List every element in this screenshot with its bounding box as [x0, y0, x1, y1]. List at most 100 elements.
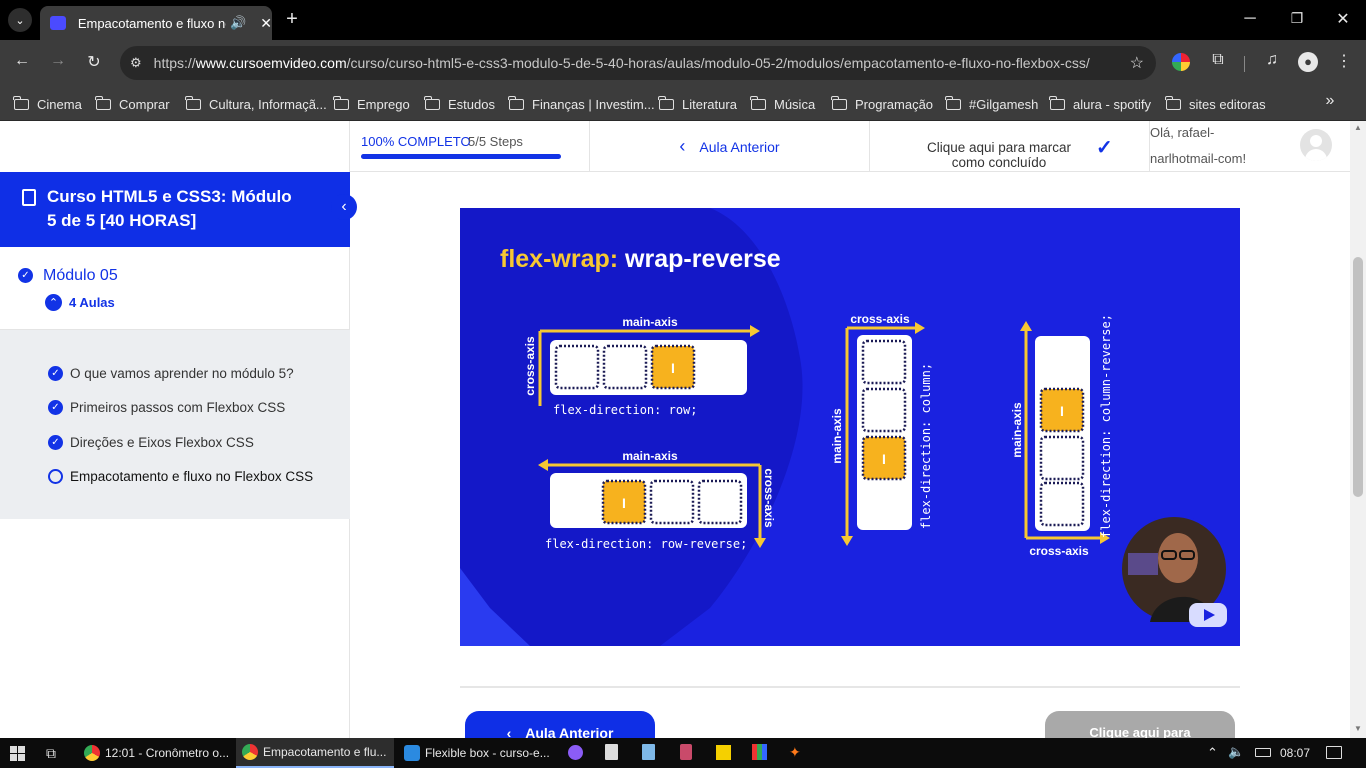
user-avatar[interactable]: [1300, 129, 1332, 161]
bookmarks-overflow-icon[interactable]: »: [1320, 92, 1340, 110]
course-title-line2: 5 de 5 [40 HORAS]: [47, 211, 197, 230]
chart-app-icon[interactable]: [752, 744, 767, 760]
lesson-video[interactable]: flex-wrap: wrap-reverse main-axis cross-…: [460, 208, 1240, 646]
lesson-label: Primeiros passos com Flexbox CSS: [70, 399, 286, 415]
page-content: Curso HTML5 e CSS3: Módulo 5 de 5 [40 HO…: [0, 121, 1366, 738]
battery-icon[interactable]: [1255, 748, 1271, 757]
bookmark-item[interactable]: Música: [750, 93, 816, 115]
butterfly-icon[interactable]: ✦: [789, 744, 801, 761]
progress-fill: [361, 154, 561, 159]
taskbar-item-vscode[interactable]: Flexible box - curso-e...: [400, 738, 552, 768]
taskbar-item-chrome-timer[interactable]: 12:01 - Cronômetro o...: [80, 738, 232, 768]
check-circle-icon: ✓: [18, 268, 33, 283]
folder-icon: [424, 95, 440, 110]
new-tab-icon[interactable]: +: [282, 8, 302, 31]
bookmark-label: Música: [774, 96, 816, 112]
sticky-notes-icon[interactable]: [716, 745, 731, 760]
folder-icon: [658, 95, 674, 110]
bookmark-item[interactable]: Programação: [831, 93, 934, 115]
site-info-icon[interactable]: ⚙: [130, 55, 142, 71]
app-icon[interactable]: [680, 744, 692, 760]
lesson-item[interactable]: ✓ Primeiros passos com Flexbox CSS: [48, 395, 285, 419]
document-icon: [22, 189, 36, 206]
course-title-line1: Curso HTML5 e CSS3: Módulo: [47, 187, 292, 206]
extension-color-icon[interactable]: [1172, 53, 1190, 71]
browser-tab-active[interactable]: Empacotamento e fluxo no 🔊 ✕: [40, 6, 272, 40]
bottom-prev-button[interactable]: ‹ Aula Anterior: [465, 711, 655, 738]
restore-icon[interactable]: ❐: [1287, 10, 1307, 27]
svg-text:flex-direction: row-reverse;: flex-direction: row-reverse;: [545, 537, 747, 551]
tab-search-button[interactable]: ⌄: [8, 8, 32, 32]
chrome-icon: [242, 744, 258, 760]
lessons-count: 4 Aulas: [69, 295, 115, 310]
lesson-item[interactable]: ✓ Direções e Eixos Flexbox CSS: [48, 430, 254, 454]
close-window-icon[interactable]: ✕: [1333, 9, 1353, 29]
bookmark-star-icon[interactable]: ☆: [1130, 53, 1144, 73]
svg-text:cross-axis: cross-axis: [523, 336, 537, 396]
bottom-mark-complete-button[interactable]: Clique aqui para: [1045, 711, 1235, 738]
menu-kebab-icon[interactable]: ⋮: [1334, 51, 1354, 71]
clock-time[interactable]: 08:07: [1280, 746, 1310, 760]
reload-icon[interactable]: ↻: [84, 52, 104, 72]
progress-track: [361, 154, 561, 159]
page-scrollbar[interactable]: ▲ ▼: [1350, 121, 1366, 738]
speaker-icon[interactable]: 🔊: [230, 15, 246, 31]
bookmark-item[interactable]: Literatura: [658, 93, 737, 115]
windows-start-icon[interactable]: [10, 746, 25, 761]
bottom-prev-label: Aula Anterior: [525, 725, 614, 738]
url-prefix: https://: [153, 55, 196, 71]
empty-circle-icon: [48, 468, 63, 484]
forward-icon[interactable]: →: [48, 52, 68, 70]
bookmark-item[interactable]: #Gilgamesh: [945, 93, 1038, 115]
module-header[interactable]: ✓ Módulo 05 ⌃ 4 Aulas: [0, 247, 350, 330]
notepad-icon[interactable]: [642, 744, 655, 760]
bookmark-label: Cinema: [37, 96, 82, 112]
chrome-icon: [84, 745, 100, 761]
scroll-up-icon[interactable]: ▲: [1354, 123, 1362, 132]
url-path: /curso/curso-html5-e-css3-modulo-5-de-5-…: [346, 55, 1090, 71]
svg-text:main-axis: main-axis: [830, 408, 844, 464]
back-icon[interactable]: ←: [12, 52, 32, 70]
minimize-icon[interactable]: ─: [1240, 10, 1260, 28]
notifications-icon[interactable]: [1326, 746, 1342, 759]
github-icon[interactable]: [568, 745, 583, 760]
tray-chevron-up-icon[interactable]: ⌃: [1207, 745, 1218, 761]
bookmark-item[interactable]: alura - spotify: [1049, 93, 1151, 115]
chevron-up-icon[interactable]: ⌃: [45, 294, 62, 311]
bookmark-item[interactable]: Finanças | Investim...: [508, 93, 655, 115]
close-tab-icon[interactable]: ✕: [260, 15, 272, 32]
lesson-item[interactable]: ✓ O que vamos aprender no módulo 5?: [48, 361, 294, 385]
content-divider: [460, 686, 1240, 688]
greeting-line1: Olá, rafael-: [1150, 125, 1215, 140]
profile-avatar-icon[interactable]: ●: [1298, 52, 1318, 72]
bookmark-label: Programação: [855, 96, 934, 112]
course-header: Curso HTML5 e CSS3: Módulo 5 de 5 [40 HO…: [0, 172, 350, 247]
task-view-icon[interactable]: ⧉: [46, 745, 56, 762]
scrollbar-thumb[interactable]: [1353, 257, 1363, 497]
taskbar-item-chrome-active[interactable]: Empacotamento e flu...: [236, 738, 394, 768]
browser-toolbar: ← → ↻ ⚙ https://www.cursoemvideo.com/cur…: [0, 40, 1366, 86]
bookmark-item[interactable]: Estudos: [424, 93, 495, 115]
lesson-list: ✓ O que vamos aprender no módulo 5? ✓ Prim…: [0, 330, 350, 519]
file-icon[interactable]: [605, 744, 618, 760]
bookmark-item[interactable]: Comprar: [95, 93, 170, 115]
mark-complete-button[interactable]: Clique aqui para marcar como concluído ✓: [870, 121, 1150, 172]
media-control-icon[interactable]: ♫: [1262, 51, 1282, 69]
address-bar[interactable]: ⚙ https://www.cursoemvideo.com/curso/cur…: [120, 46, 1156, 80]
bookmark-item[interactable]: sites editoras: [1165, 93, 1266, 115]
volume-icon[interactable]: 🔈: [1228, 744, 1244, 760]
bookmark-item[interactable]: Cinema: [13, 93, 82, 115]
svg-text:cross-axis: cross-axis: [850, 312, 910, 326]
svg-text:flex-direction: column-reverse: flex-direction: column-reverse;: [1099, 314, 1113, 538]
folder-icon: [831, 95, 847, 110]
bookmark-item[interactable]: Cultura, Informaçã...: [185, 93, 327, 115]
bookmark-item[interactable]: Emprego: [333, 93, 410, 115]
prev-lesson-link[interactable]: ‹ Aula Anterior: [590, 121, 870, 172]
greeting-line2: narlhotmail-com!: [1150, 151, 1247, 166]
vscode-icon: [404, 745, 420, 761]
scroll-down-icon[interactable]: ▼: [1354, 724, 1362, 733]
lesson-item-current[interactable]: Empacotamento e fluxo no Flexbox CSS: [48, 464, 313, 488]
sidebar-collapse-button[interactable]: ‹: [331, 194, 357, 220]
chevron-left-icon: ‹: [679, 136, 686, 156]
puzzle-extensions-icon[interactable]: ⧉: [1208, 51, 1228, 69]
